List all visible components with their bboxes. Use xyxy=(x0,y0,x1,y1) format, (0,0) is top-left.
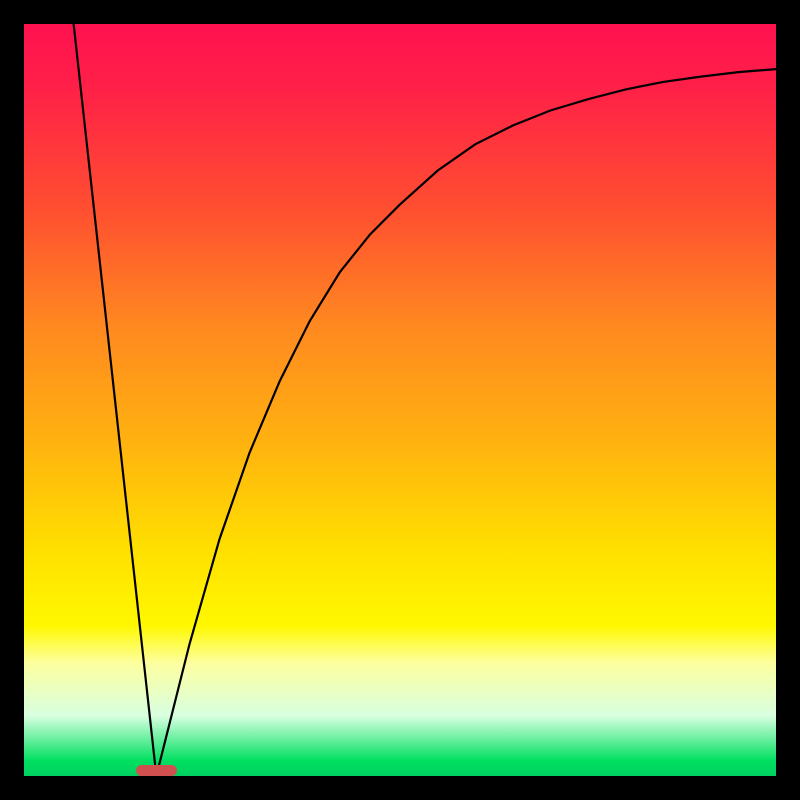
left-branch-path xyxy=(74,24,157,776)
curve-svg xyxy=(24,24,776,776)
frame-right xyxy=(776,0,800,800)
right-branch-path xyxy=(156,69,776,776)
minimum-marker xyxy=(136,765,177,776)
frame-bottom xyxy=(0,776,800,800)
watermark-text: TheBottlenecker.com xyxy=(586,2,796,28)
frame-left xyxy=(0,0,24,800)
chart-container: TheBottlenecker.com xyxy=(0,0,800,800)
plot-area xyxy=(24,24,776,776)
